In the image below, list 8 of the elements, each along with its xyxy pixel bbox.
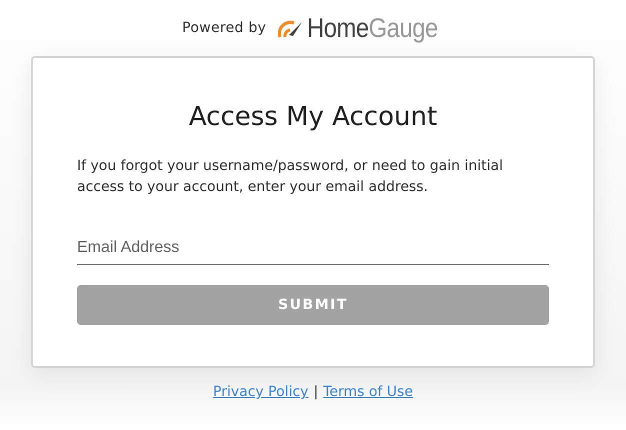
privacy-policy-link[interactable]: Privacy Policy	[213, 384, 308, 400]
separator-text: |	[313, 384, 318, 400]
powered-by-text: Powered by	[182, 20, 266, 36]
card-title: Access My Account	[188, 102, 438, 132]
description-text: If you forgot your username/password, or need to gain initial access to your account, enter your email address.	[77, 157, 504, 197]
email-field[interactable]: Email Address	[77, 232, 549, 265]
logo-text: HomeGauge	[307, 12, 438, 44]
terms-of-use-link[interactable]: Terms of Use	[323, 384, 413, 400]
